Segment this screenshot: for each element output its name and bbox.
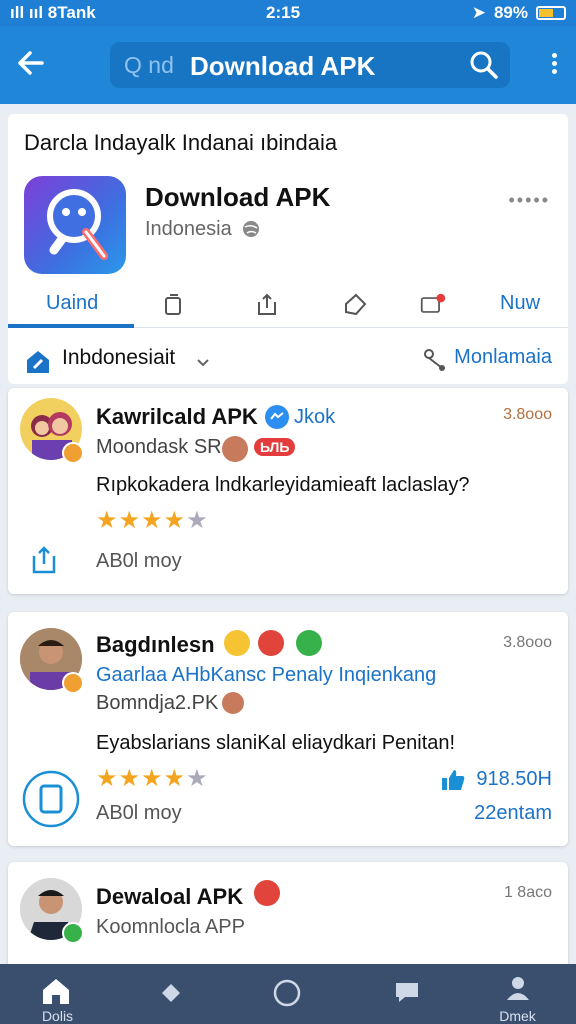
route-icon bbox=[424, 349, 445, 371]
like-icon[interactable] bbox=[440, 768, 466, 792]
close-badge-icon bbox=[254, 880, 280, 906]
share-icon[interactable] bbox=[28, 544, 60, 576]
battery-percent: 89% bbox=[493, 3, 528, 22]
tab-message-icon[interactable] bbox=[420, 292, 446, 318]
happy-emoji-icon bbox=[296, 630, 322, 656]
breadcrumb: Darcla Indayalk Indanai ıbindaia bbox=[24, 130, 338, 155]
list-item-body: Eyabslarians slaniKal eliaydkari Penitan… bbox=[96, 732, 456, 754]
diamond-icon bbox=[162, 984, 180, 1002]
list-item-subtitle: Bomndja2.PK bbox=[96, 692, 219, 714]
angry-emoji-icon bbox=[258, 630, 284, 656]
list-item-count: 3.8ooo bbox=[503, 634, 552, 651]
verified-badge-icon bbox=[62, 442, 84, 464]
tab-bar: Uaind Nuw bbox=[8, 284, 568, 328]
tab-copy-icon[interactable] bbox=[160, 292, 186, 318]
rating-stars: ★★★★★ bbox=[96, 765, 209, 792]
nav-home[interactable]: Dolis bbox=[0, 964, 115, 1024]
app-title: Download APK bbox=[145, 182, 331, 212]
add-badge-icon bbox=[62, 922, 84, 944]
status-badge: ЬЛЬ bbox=[254, 438, 296, 456]
nav-explore[interactable] bbox=[115, 964, 230, 1024]
tab-new[interactable]: Nuw bbox=[500, 292, 540, 315]
globe-icon bbox=[243, 221, 259, 237]
app-bar: Q nd Download APK bbox=[0, 26, 576, 104]
home-icon bbox=[43, 979, 69, 1004]
list-item-subtitle-link[interactable]: Gaarlaa AHbKansc Penaly Inqienkang bbox=[96, 664, 436, 687]
app-logo-icon[interactable] bbox=[24, 176, 126, 274]
location-pin-icon bbox=[27, 351, 49, 373]
tab-tag-icon[interactable] bbox=[342, 292, 368, 318]
signal-indicator: ıll ııl 8Tank bbox=[10, 3, 96, 22]
list-item-subtitle: Koomnlocla APP bbox=[96, 916, 245, 938]
list-item-time: AB0l moy bbox=[96, 802, 182, 824]
list-item-count: 3.8ooo bbox=[503, 406, 552, 423]
avatar-small-icon bbox=[222, 436, 248, 462]
search-input[interactable]: Q nd Download APK bbox=[110, 42, 510, 88]
list-item-subtitle: Moondask SR bbox=[96, 436, 222, 458]
list-item[interactable]: Dewaloal APK 1 8aco Koomnlocla APP bbox=[8, 862, 568, 972]
circle-icon bbox=[273, 979, 301, 1007]
location-select[interactable]: Inbdonesiait bbox=[62, 346, 175, 370]
device-icon[interactable] bbox=[22, 770, 80, 828]
rating-stars: ★★★★★ bbox=[96, 507, 209, 534]
app-region: Indonesia bbox=[145, 218, 232, 240]
like-count: 918.50H bbox=[476, 768, 552, 790]
smile-emoji-icon bbox=[224, 630, 250, 656]
tab-share-icon[interactable] bbox=[254, 292, 280, 318]
chat-icon bbox=[396, 983, 418, 1002]
nav-profile-label: Dmek bbox=[499, 1008, 536, 1024]
list-item-title: Bagdınlesn bbox=[96, 632, 215, 657]
verified-badge-icon bbox=[62, 672, 84, 694]
nav-home-label: Dolis bbox=[41, 1008, 74, 1024]
bottom-navigation: Dolis Dmek bbox=[0, 964, 576, 1024]
clock: 2:15 bbox=[266, 3, 301, 22]
list-item[interactable]: Bagdınlesn 3.8ooo Gaarlaa AHbKansc Penal… bbox=[8, 612, 568, 846]
battery-icon bbox=[536, 6, 566, 20]
search-placeholder: Q nd bbox=[124, 52, 174, 78]
map-link[interactable]: Monlamaia bbox=[454, 346, 552, 369]
list-item-body: Rıpkokadera lndkarleyidamieaft laclaslay… bbox=[96, 474, 470, 496]
like-time: 22entam bbox=[474, 802, 552, 824]
search-query: Download APK bbox=[190, 51, 376, 81]
nav-profile[interactable]: Dmek bbox=[460, 964, 575, 1024]
app-header-card: Darcla Indayalk Indanai ıbindaia Downloa… bbox=[8, 114, 568, 384]
status-bar: ıll ııl 8Tank 2:15 ➤ 89% bbox=[0, 0, 576, 26]
user-icon bbox=[507, 977, 529, 1000]
location-icon: ➤ bbox=[471, 3, 486, 22]
list-item-count: 1 8aco bbox=[503, 884, 552, 901]
list-item-title: Dewaloal APK bbox=[96, 884, 244, 909]
nav-messages[interactable] bbox=[345, 964, 460, 1024]
more-options-icon[interactable]: ••••• bbox=[508, 190, 550, 211]
nav-center[interactable] bbox=[230, 964, 345, 1024]
active-tab-indicator bbox=[8, 324, 134, 328]
overflow-menu-icon[interactable] bbox=[550, 50, 558, 80]
list-item-time: AB0l moy bbox=[96, 550, 182, 572]
messenger-icon bbox=[265, 405, 289, 429]
list-item-tag: Jkok bbox=[294, 406, 336, 428]
filter-row: Inbdonesiait Monlamaia bbox=[8, 336, 568, 384]
search-icon[interactable] bbox=[468, 49, 500, 81]
list-item[interactable]: Kawrilcald APK Jkok 3.8ooo Moondask SR Ь… bbox=[8, 388, 568, 594]
list-item-title: Kawrilcald APK bbox=[96, 404, 258, 429]
back-arrow-icon[interactable] bbox=[14, 46, 48, 80]
chevron-down-icon[interactable] bbox=[196, 358, 210, 368]
tab-main[interactable]: Uaind bbox=[46, 292, 98, 315]
avatar-small-icon bbox=[222, 692, 244, 714]
